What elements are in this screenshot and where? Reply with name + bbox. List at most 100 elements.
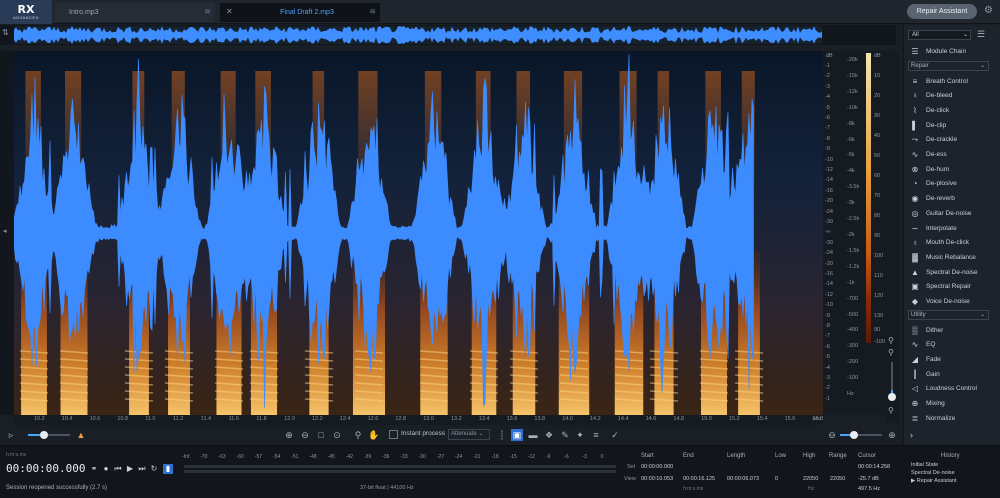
close-tab-icon[interactable]: ✕: [226, 7, 233, 16]
module-item-eq[interactable]: ∿ EQ: [909, 338, 997, 352]
rx-logo[interactable]: RX ADVANCED: [0, 0, 52, 24]
hand-tool-icon[interactable]: ✋: [368, 429, 380, 441]
speaker-icon[interactable]: ▹: [5, 429, 17, 441]
headphones-icon[interactable]: ⚭: [89, 464, 99, 474]
overview-waveform[interactable]: [14, 26, 822, 44]
ruler-tick-label: -2: [825, 73, 830, 80]
zoom-fit-vertical-icon[interactable]: ⚲: [888, 348, 894, 357]
module-item-de-hum[interactable]: ⊗ De-hum: [909, 162, 997, 176]
instant-process-mode-select[interactable]: Attenuate ⌄: [448, 429, 490, 440]
module-filter-select[interactable]: All ⌄: [908, 30, 971, 40]
view-length-value[interactable]: 00:00:06.073: [727, 476, 759, 482]
harmonic-selection-icon[interactable]: ≡: [590, 429, 602, 441]
expand-panel-icon[interactable]: ›: [910, 430, 913, 440]
module-item-de-crackle[interactable]: ⤳ De-crackle: [909, 133, 997, 147]
view-high-value[interactable]: 22050: [803, 476, 818, 482]
level-tick-label: -9: [546, 454, 551, 460]
module-item-spectral-repair[interactable]: ▣ Spectral Repair: [909, 280, 997, 294]
module-item-de-reverb[interactable]: ◉ De-reverb: [909, 192, 997, 206]
sel-start-value[interactable]: 00:00:00.000: [641, 464, 673, 470]
spectrogram-mode-icon[interactable]: ▲: [75, 429, 87, 441]
module-item-spectral-de-noise[interactable]: ▲ Spectral De-noise: [909, 265, 997, 279]
zoom-tool-icon[interactable]: ⚲: [352, 429, 364, 441]
module-item-de-bleed[interactable]: ♀ De-bleed: [909, 89, 997, 103]
time-tick-label: 11.4: [200, 416, 212, 422]
zoom-in-vertical-icon[interactable]: ⚲: [888, 336, 894, 345]
view-start-value[interactable]: 00:00:10.053: [641, 476, 673, 482]
module-item-breath-control[interactable]: ≡ Breath Control: [909, 74, 997, 88]
module-item-de-clip[interactable]: ▌ De-clip: [909, 118, 997, 132]
instant-process-checkbox[interactable]: [389, 430, 398, 439]
module-item-guitar-de-noise[interactable]: ◎ Guitar De-noise: [909, 206, 997, 220]
lasso-icon[interactable]: ❖: [543, 429, 555, 441]
repair-section-header[interactable]: Repair ⌄: [908, 61, 989, 71]
ruler-tick-label: -6: [825, 115, 830, 121]
brush-icon[interactable]: ✎: [559, 429, 571, 441]
time-tick-label: 13.4: [478, 416, 490, 422]
record-icon[interactable]: ●: [101, 464, 111, 474]
zoom-out-vertical-icon[interactable]: ⚲: [888, 406, 894, 415]
module-label: De-hum: [926, 165, 950, 173]
skip-back-icon[interactable]: ⏮: [113, 464, 123, 474]
module-item-music-rebalance[interactable]: ▓ Music Rebalance: [909, 250, 997, 264]
magic-wand-icon[interactable]: ✦: [574, 429, 586, 441]
module-item-de-click[interactable]: ⌇ De-click: [909, 103, 997, 117]
tab-final-draft[interactable]: ✕ Final Draft 2.mp3 ≋: [220, 3, 380, 22]
frequency-selection-icon[interactable]: ▬: [527, 429, 539, 441]
settings-gear-icon[interactable]: ⚙: [984, 5, 996, 17]
length-header: Length: [727, 453, 746, 459]
playhead-timecode[interactable]: 00:00:00.000: [6, 462, 85, 475]
module-item-interpolate[interactable]: ∼ Interpolate: [909, 221, 997, 235]
history-item[interactable]: ▶ Repair Assistant: [911, 478, 957, 484]
zoom-out-horizontal-icon[interactable]: ⊖: [826, 429, 838, 441]
module-label: Guitar De-noise: [926, 209, 972, 217]
module-item-mouth-de-click[interactable]: ♁ Mouth De-click: [909, 236, 997, 250]
high-header: High: [803, 453, 816, 459]
spectrogram-canvas[interactable]: [14, 51, 823, 415]
history-item[interactable]: Spectral De-noise: [911, 470, 955, 476]
module-item-dither[interactable]: ▒ Dither: [909, 323, 997, 337]
slider-knob[interactable]: [850, 431, 858, 439]
spectrogram-view[interactable]: [14, 51, 823, 415]
time-axis[interactable]: 10.2 10.4 10.6 10.8 11.0 11.2 11.4 11.6 11.8 12.0…: [14, 415, 823, 425]
play-icon[interactable]: ▶: [125, 464, 135, 474]
ruler-tick-label: -2: [825, 385, 830, 392]
channel-handle[interactable]: ◂: [0, 51, 14, 415]
utility-section-header[interactable]: Utility ⌄: [908, 310, 989, 320]
module-item-voice-de-noise[interactable]: ◆ Voice De-noise: [909, 295, 997, 309]
time-frequency-selection-icon[interactable]: ▣: [511, 429, 523, 441]
repair-assistant-button[interactable]: Repair Assistant: [907, 4, 977, 19]
ruler-tick-label: -10k: [847, 104, 858, 111]
zoom-out-icon[interactable]: ⊖: [299, 429, 311, 441]
collapse-overview-icon[interactable]: ⇅: [2, 28, 12, 42]
module-chain-item[interactable]: ☰ Module Chain: [909, 44, 997, 58]
zoom-all-icon[interactable]: ⊙: [331, 429, 343, 441]
module-item-loudness-control[interactable]: ◁ Loudness Control: [909, 382, 997, 396]
vertical-zoom-knob[interactable]: [888, 393, 896, 401]
play-selection-icon[interactable]: ⏭: [137, 464, 147, 474]
find-similar-icon[interactable]: ✓: [609, 429, 621, 441]
view-range-value[interactable]: 22050: [830, 476, 845, 482]
module-label: De-clip: [926, 121, 947, 129]
time-format-label[interactable]: h:m:s.ms: [6, 452, 26, 458]
horizontal-zoom-slider[interactable]: [840, 431, 882, 439]
time-selection-icon[interactable]: ┊: [496, 429, 508, 441]
module-item-de-ess[interactable]: ∿ De-ess: [909, 148, 997, 162]
module-item-fade[interactable]: ◢ Fade: [909, 352, 997, 366]
follow-playhead-icon[interactable]: ▮: [163, 464, 173, 474]
module-item-normalize[interactable]: ≣ Normalize: [909, 411, 997, 425]
module-item-de-plosive[interactable]: ◔ De-plosive: [909, 177, 997, 191]
view-low-value[interactable]: 0: [775, 476, 778, 482]
loop-icon[interactable]: ↻: [149, 464, 159, 474]
module-item-gain[interactable]: ┃ Gain: [909, 367, 997, 381]
tab-intro[interactable]: Intro.mp3 ≋: [55, 3, 215, 22]
zoom-in-horizontal-icon[interactable]: ⊕: [886, 429, 898, 441]
list-view-icon[interactable]: ☰: [977, 30, 991, 40]
history-item[interactable]: Initial State: [911, 462, 938, 468]
slider-knob[interactable]: [40, 431, 48, 439]
module-item-mixing[interactable]: ⊕ Mixing: [909, 397, 997, 411]
view-end-value[interactable]: 00:00:16.125: [683, 476, 715, 482]
zoom-selection-icon[interactable]: □: [315, 429, 327, 441]
playback-gain-slider[interactable]: [28, 431, 70, 439]
zoom-in-icon[interactable]: ⊕: [283, 429, 295, 441]
